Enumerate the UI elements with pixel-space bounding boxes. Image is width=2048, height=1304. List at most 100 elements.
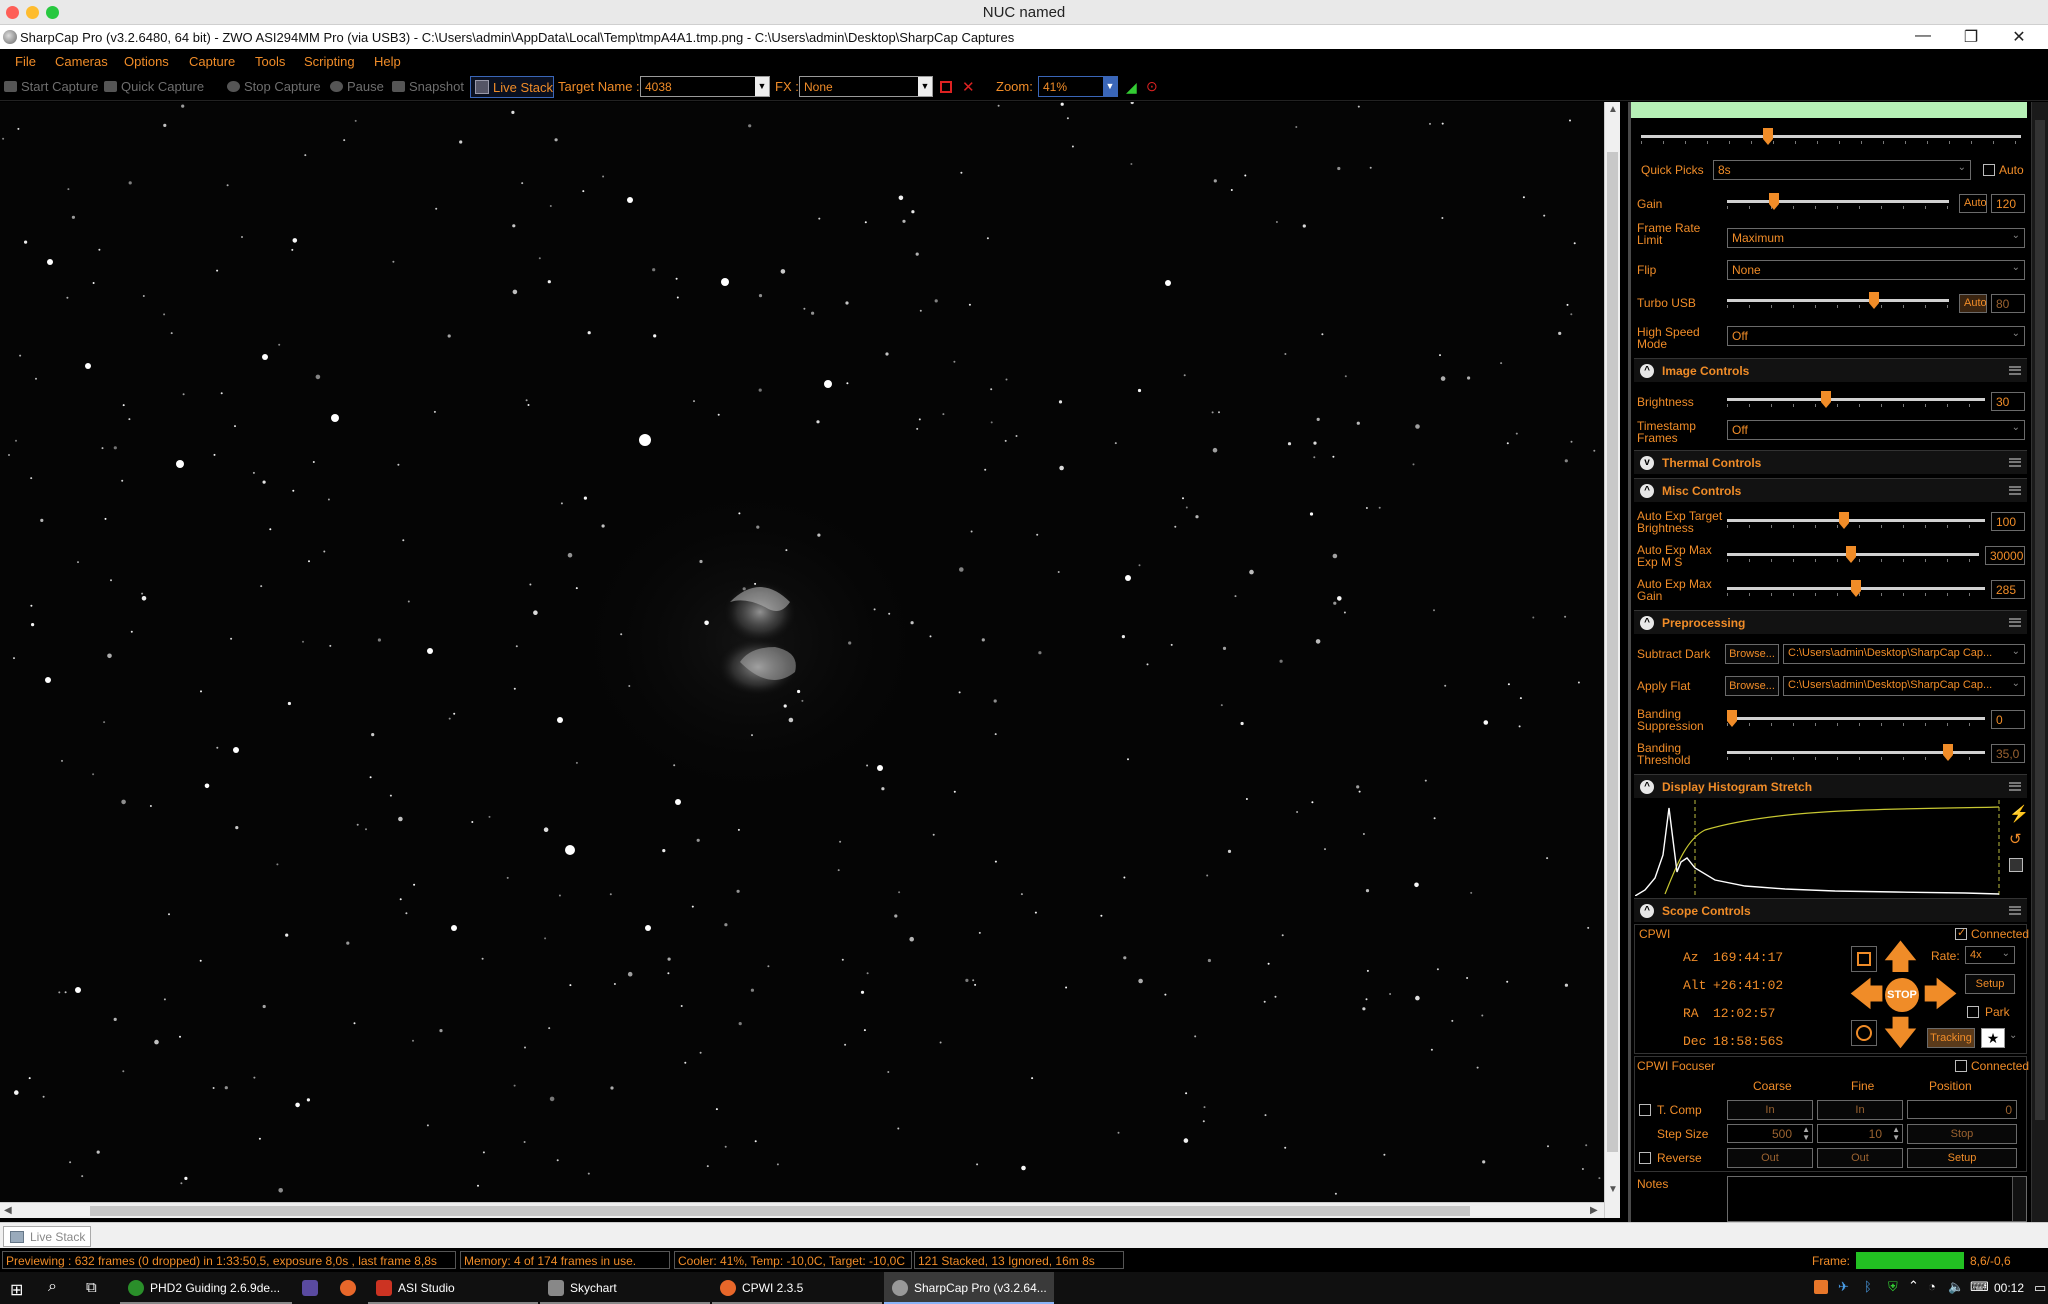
- brightness-slider[interactable]: [1727, 391, 1985, 408]
- vertical-scroll-thumb[interactable]: [1607, 152, 1618, 1152]
- search-icon[interactable]: ⌕: [48, 1278, 57, 1296]
- close-button[interactable]: ✕: [2004, 27, 2034, 47]
- auto-exp-max-gain-value[interactable]: 285: [1991, 580, 2025, 599]
- clock[interactable]: 00:12: [1994, 1281, 2024, 1295]
- turbo-usb-slider[interactable]: [1727, 292, 1949, 309]
- roi-square-icon[interactable]: [940, 81, 952, 93]
- quick-capture-button[interactable]: Quick Capture: [104, 79, 204, 94]
- banding-suppression-slider[interactable]: [1727, 710, 1985, 727]
- fine-step-input[interactable]: 10 ▲ ▼: [1817, 1124, 1903, 1143]
- move-west-arrow-icon[interactable]: 🡄: [1849, 978, 1884, 1012]
- apply-flat-browse-button[interactable]: Browse...: [1725, 676, 1779, 696]
- crosshair-x-icon[interactable]: ✕: [962, 78, 975, 96]
- turbo-usb-auto-button[interactable]: Auto: [1959, 294, 1987, 313]
- focuser-setup-button[interactable]: Setup: [1907, 1148, 2017, 1168]
- reticle-icon[interactable]: ⊙: [1146, 78, 1158, 95]
- menu-tools[interactable]: Tools: [255, 54, 285, 69]
- flip-select[interactable]: None ⌄: [1727, 260, 2025, 280]
- scope-connected-checkbox[interactable]: ✓: [1955, 927, 1967, 940]
- subtract-dark-browse-button[interactable]: Browse...: [1725, 644, 1779, 664]
- security-icon[interactable]: ⛨: [1888, 1279, 1898, 1295]
- bluetooth-icon[interactable]: ᛒ: [1864, 1279, 1872, 1294]
- image-viewer[interactable]: [0, 102, 1604, 1202]
- rate-select[interactable]: 4x ⌄: [1965, 946, 2015, 964]
- image-horizontal-scrollbar[interactable]: ◀ ▶: [0, 1202, 1604, 1218]
- panel-scrollbar[interactable]: [2031, 102, 2048, 1222]
- tab-live-stack[interactable]: Live Stack: [3, 1226, 91, 1247]
- tray-app-icon[interactable]: [1814, 1280, 1828, 1294]
- zoom-select[interactable]: 41% ▼: [1038, 76, 1118, 97]
- language-icon[interactable]: ⌨: [1970, 1279, 1989, 1295]
- star-icon[interactable]: ★: [1981, 1028, 2005, 1048]
- reverse-checkbox[interactable]: [1639, 1152, 1651, 1164]
- chevron-up-icon[interactable]: ⌃: [1908, 1278, 1919, 1294]
- quick-picks-select[interactable]: 8s ⌄: [1713, 160, 1971, 180]
- scroll-right-icon[interactable]: ▶: [1590, 1205, 1598, 1216]
- tray-app-icon[interactable]: ✈: [1838, 1279, 1849, 1295]
- app-icon[interactable]: [302, 1280, 318, 1296]
- auto-exp-target-brightness-value[interactable]: 100: [1991, 512, 2025, 531]
- target-name-combo[interactable]: 4038 ▼: [640, 76, 770, 97]
- lightning-icon[interactable]: ⚡: [2009, 804, 2029, 824]
- brightness-value[interactable]: 30: [1991, 392, 2025, 411]
- image-vertical-scrollbar[interactable]: ▲ ▼: [1604, 102, 1620, 1218]
- high-speed-mode-select[interactable]: Off ⌄: [1727, 326, 2025, 346]
- focuser-stop-button[interactable]: Stop: [1907, 1124, 2017, 1144]
- windows-start-icon[interactable]: ⊞: [10, 1280, 23, 1300]
- chevron-down-icon[interactable]: ▼: [1103, 77, 1117, 96]
- histogram-icon[interactable]: ◢: [1126, 79, 1137, 96]
- auto-exp-target-brightness-slider[interactable]: [1727, 512, 1985, 529]
- move-east-arrow-icon[interactable]: 🡆: [1923, 978, 1958, 1012]
- timestamp-frames-select[interactable]: Off ⌄: [1727, 420, 2025, 440]
- firefox-icon[interactable]: [340, 1280, 356, 1296]
- move-south-arrow-icon[interactable]: 🡇: [1883, 1016, 1918, 1050]
- scope-controls-header[interactable]: ^ Scope Controls: [1634, 898, 2027, 922]
- coarse-out-button[interactable]: Out: [1727, 1148, 1813, 1168]
- pause-button[interactable]: Pause: [330, 79, 384, 94]
- menu-file[interactable]: File: [15, 54, 36, 69]
- reset-icon[interactable]: ↺: [2009, 830, 2022, 848]
- focuser-connected-checkbox[interactable]: [1955, 1060, 1967, 1072]
- menu-capture[interactable]: Capture: [189, 54, 235, 69]
- taskbar-sharpcap[interactable]: SharpCap Pro (v3.2.64...: [884, 1272, 1054, 1304]
- restore-button[interactable]: ❐: [1956, 27, 1986, 47]
- misc-controls-header[interactable]: ^ Misc Controls: [1634, 478, 2027, 502]
- exposure-auto-checkbox[interactable]: [1983, 164, 1995, 176]
- scroll-up-icon[interactable]: ▲: [1608, 104, 1618, 115]
- volume-icon[interactable]: 🔈: [1948, 1279, 1964, 1295]
- preprocessing-header[interactable]: ^ Preprocessing: [1634, 610, 2027, 634]
- image-controls-header[interactable]: ^ Image Controls: [1634, 358, 2027, 382]
- turbo-usb-value[interactable]: 80: [1991, 294, 2025, 313]
- fine-in-button[interactable]: In: [1817, 1100, 1903, 1120]
- coarse-in-button[interactable]: In: [1727, 1100, 1813, 1120]
- stop-capture-button[interactable]: Stop Capture: [227, 79, 321, 94]
- task-view-icon[interactable]: ⧉: [86, 1279, 97, 1296]
- coarse-step-input[interactable]: 500 ▲ ▼: [1727, 1124, 1813, 1143]
- sync-frame-button[interactable]: [1851, 946, 1877, 972]
- park-checkbox[interactable]: [1967, 1006, 1979, 1018]
- taskbar-asi-studio[interactable]: ASI Studio: [368, 1272, 538, 1304]
- spinner-icon[interactable]: ▲ ▼: [1802, 1126, 1810, 1142]
- save-icon[interactable]: [2009, 858, 2023, 872]
- focuser-position-value[interactable]: 0: [1907, 1100, 2017, 1119]
- panel-scroll-thumb[interactable]: [2035, 120, 2045, 1120]
- gain-auto-button[interactable]: Auto: [1959, 194, 1987, 213]
- scroll-left-icon[interactable]: ◀: [4, 1205, 12, 1216]
- stop-button[interactable]: STOP: [1885, 978, 1919, 1012]
- horizontal-scroll-thumb[interactable]: [90, 1206, 1470, 1216]
- exposure-slider[interactable]: [1641, 128, 2021, 145]
- frame-rate-limit-select[interactable]: Maximum ⌄: [1727, 228, 2025, 248]
- banding-suppression-value[interactable]: 0: [1991, 710, 2025, 729]
- notes-scrollbar[interactable]: [2012, 1177, 2026, 1221]
- fine-out-button[interactable]: Out: [1817, 1148, 1903, 1168]
- chevron-down-icon[interactable]: ▼: [755, 77, 769, 96]
- notes-textarea[interactable]: [1727, 1176, 2027, 1222]
- auto-exp-max-exp-value[interactable]: 30000: [1985, 546, 2025, 565]
- menu-scripting[interactable]: Scripting: [304, 54, 355, 69]
- apply-flat-path-select[interactable]: C:\Users\admin\Desktop\SharpCap Cap... ⌄: [1783, 676, 2025, 696]
- histogram-chart[interactable]: [1635, 800, 2005, 896]
- snapshot-button[interactable]: Snapshot: [392, 79, 464, 94]
- gain-slider[interactable]: [1727, 193, 1949, 210]
- taskbar-skychart[interactable]: Skychart: [540, 1272, 710, 1304]
- subtract-dark-path-select[interactable]: C:\Users\admin\Desktop\SharpCap Cap... ⌄: [1783, 644, 2025, 664]
